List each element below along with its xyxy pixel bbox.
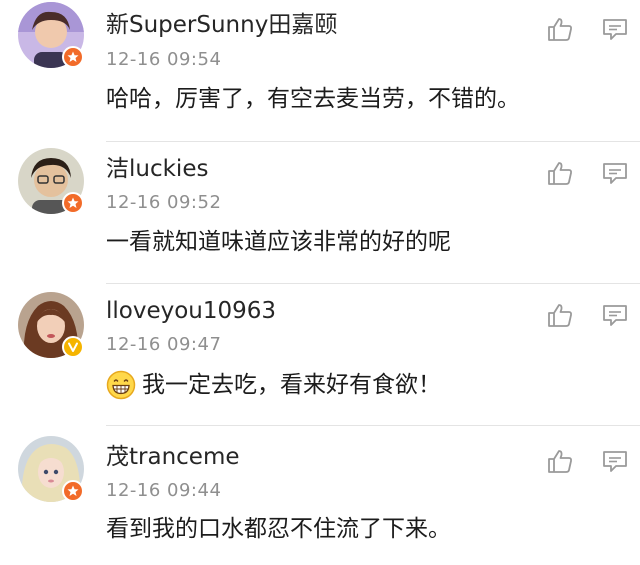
username[interactable]: lloveyou10963: [106, 296, 276, 326]
timestamp: 12-16 09:44: [106, 480, 222, 501]
comment-item: 洁luckies 12-16 09:52 一看就知道味道应该非常的好的呢: [0, 142, 640, 284]
comment-text: 一看就知道味道应该非常的好的呢: [106, 225, 451, 259]
username[interactable]: 洁luckies: [106, 154, 208, 184]
comment-item: 茂tranceme 12-16 09:44 看到我的口水都忍不住流了下来。: [0, 426, 640, 565]
reply-button[interactable]: [598, 444, 632, 478]
thumbs-up-icon: [548, 162, 572, 185]
comment-text-content: 我一定去吃，看来好有食欲！: [142, 372, 441, 398]
comment-bubble-icon: [603, 305, 627, 326]
grin-emoji: [106, 370, 136, 400]
star-badge-icon: [62, 192, 84, 214]
like-button[interactable]: [543, 156, 577, 190]
comment-item: lloveyou10963 12-16 09:47 我一定去吃，看来好有食欲！: [0, 284, 640, 426]
comment-text-content: 一看就知道味道应该非常的好的呢: [106, 229, 451, 255]
comment-item: 新SuperSunny田嘉颐 12-16 09:54 哈哈，厉害了，有空去麦当劳…: [0, 0, 640, 142]
reply-button[interactable]: [598, 12, 632, 46]
thumbs-up-icon: [548, 304, 572, 327]
reply-button[interactable]: [598, 156, 632, 190]
username[interactable]: 茂tranceme: [106, 442, 240, 472]
thumbs-up-icon: [548, 450, 572, 473]
avatar-container[interactable]: [18, 436, 84, 502]
timestamp: 12-16 09:47: [106, 334, 222, 355]
star-badge-icon: [62, 46, 84, 68]
like-button[interactable]: [543, 298, 577, 332]
like-button[interactable]: [543, 12, 577, 46]
username[interactable]: 新SuperSunny田嘉颐: [106, 10, 337, 40]
reply-button[interactable]: [598, 298, 632, 332]
comment-bubble-icon: [603, 19, 627, 40]
avatar-container[interactable]: [18, 292, 84, 358]
comment-bubble-icon: [603, 163, 627, 184]
comment-bubble-icon: [603, 451, 627, 472]
avatar-container[interactable]: [18, 2, 84, 68]
comment-text: 看到我的口水都忍不住流了下来。: [106, 512, 451, 546]
verified-v-badge-icon: [62, 336, 84, 358]
comment-text-content: 哈哈，厉害了，有空去麦当劳，不错的。: [106, 86, 520, 112]
comment-text: 我一定去吃，看来好有食欲！: [106, 368, 441, 402]
timestamp: 12-16 09:54: [106, 49, 222, 70]
star-badge-icon: [62, 480, 84, 502]
like-button[interactable]: [543, 444, 577, 478]
timestamp: 12-16 09:52: [106, 192, 222, 213]
comment-text-content: 看到我的口水都忍不住流了下来。: [106, 516, 451, 542]
comment-text: 哈哈，厉害了，有空去麦当劳，不错的。: [106, 82, 520, 116]
avatar-container[interactable]: [18, 148, 84, 214]
thumbs-up-icon: [548, 18, 572, 41]
